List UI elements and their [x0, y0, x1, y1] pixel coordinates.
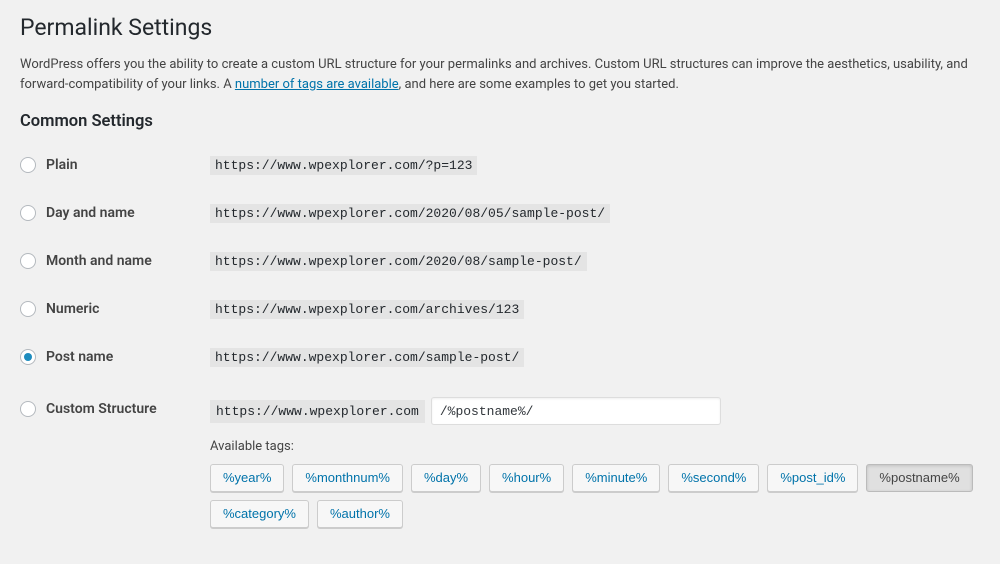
- tag-button[interactable]: %post_id%: [767, 464, 858, 492]
- option-row-dayname: Day and name https://www.wpexplorer.com/…: [20, 189, 980, 237]
- option-postname-label: Post name: [46, 349, 113, 365]
- option-postname-url: https://www.wpexplorer.com/sample-post/: [210, 348, 524, 367]
- option-dayname-label: Day and name: [46, 205, 135, 221]
- option-monthname-url: https://www.wpexplorer.com/2020/08/sampl…: [210, 252, 587, 271]
- option-custom[interactable]: Custom Structure: [20, 401, 210, 417]
- permalink-settings-page: Permalink Settings WordPress offers you …: [0, 0, 1000, 564]
- radio-numeric[interactable]: [20, 301, 36, 317]
- tags-doc-link[interactable]: number of tags are available: [235, 77, 399, 92]
- desc-text-after: , and here are some examples to get you …: [399, 77, 679, 92]
- option-plain-label: Plain: [46, 157, 78, 173]
- option-dayname[interactable]: Day and name: [20, 205, 210, 221]
- radio-custom[interactable]: [20, 401, 36, 417]
- custom-structure-prefix: https://www.wpexplorer.com: [210, 400, 425, 423]
- radio-plain[interactable]: [20, 157, 36, 173]
- option-row-postname: Post name https://www.wpexplorer.com/sam…: [20, 333, 980, 381]
- tag-button[interactable]: %year%: [210, 464, 284, 492]
- tag-button[interactable]: %minute%: [572, 464, 660, 492]
- common-settings-heading: Common Settings: [20, 112, 980, 131]
- option-dayname-url: https://www.wpexplorer.com/2020/08/05/sa…: [210, 204, 610, 223]
- option-numeric-url: https://www.wpexplorer.com/archives/123: [210, 300, 524, 319]
- option-row-plain: Plain https://www.wpexplorer.com/?p=123: [20, 141, 980, 189]
- option-monthname-label: Month and name: [46, 253, 152, 269]
- radio-monthname[interactable]: [20, 253, 36, 269]
- tag-button[interactable]: %author%: [317, 500, 403, 528]
- custom-structure-row: https://www.wpexplorer.com: [210, 397, 980, 425]
- option-row-numeric: Numeric https://www.wpexplorer.com/archi…: [20, 285, 980, 333]
- available-tags-label: Available tags:: [210, 439, 980, 454]
- option-custom-label: Custom Structure: [46, 401, 157, 417]
- option-numeric-label: Numeric: [46, 301, 99, 317]
- option-row-custom: Custom Structure https://www.wpexplorer.…: [20, 381, 980, 544]
- option-numeric[interactable]: Numeric: [20, 301, 210, 317]
- radio-postname[interactable]: [20, 349, 36, 365]
- tag-button[interactable]: %monthnum%: [292, 464, 403, 492]
- tag-button[interactable]: %category%: [210, 500, 309, 528]
- option-monthname[interactable]: Month and name: [20, 253, 210, 269]
- radio-dayname[interactable]: [20, 205, 36, 221]
- option-postname[interactable]: Post name: [20, 349, 210, 365]
- page-title: Permalink Settings: [20, 0, 980, 45]
- tag-button[interactable]: %postname%: [866, 464, 972, 492]
- tag-button[interactable]: %hour%: [489, 464, 564, 492]
- tag-button[interactable]: %day%: [411, 464, 481, 492]
- available-tags: %year% %monthnum% %day% %hour% %minute% %seco…: [210, 464, 980, 528]
- option-plain[interactable]: Plain: [20, 157, 210, 173]
- tag-button[interactable]: %second%: [668, 464, 759, 492]
- permalink-options-table: Plain https://www.wpexplorer.com/?p=123 …: [20, 141, 980, 544]
- option-plain-url: https://www.wpexplorer.com/?p=123: [210, 156, 477, 175]
- page-description: WordPress offers you the ability to crea…: [20, 55, 980, 94]
- option-row-monthname: Month and name https://www.wpexplorer.co…: [20, 237, 980, 285]
- custom-structure-input[interactable]: [431, 397, 721, 425]
